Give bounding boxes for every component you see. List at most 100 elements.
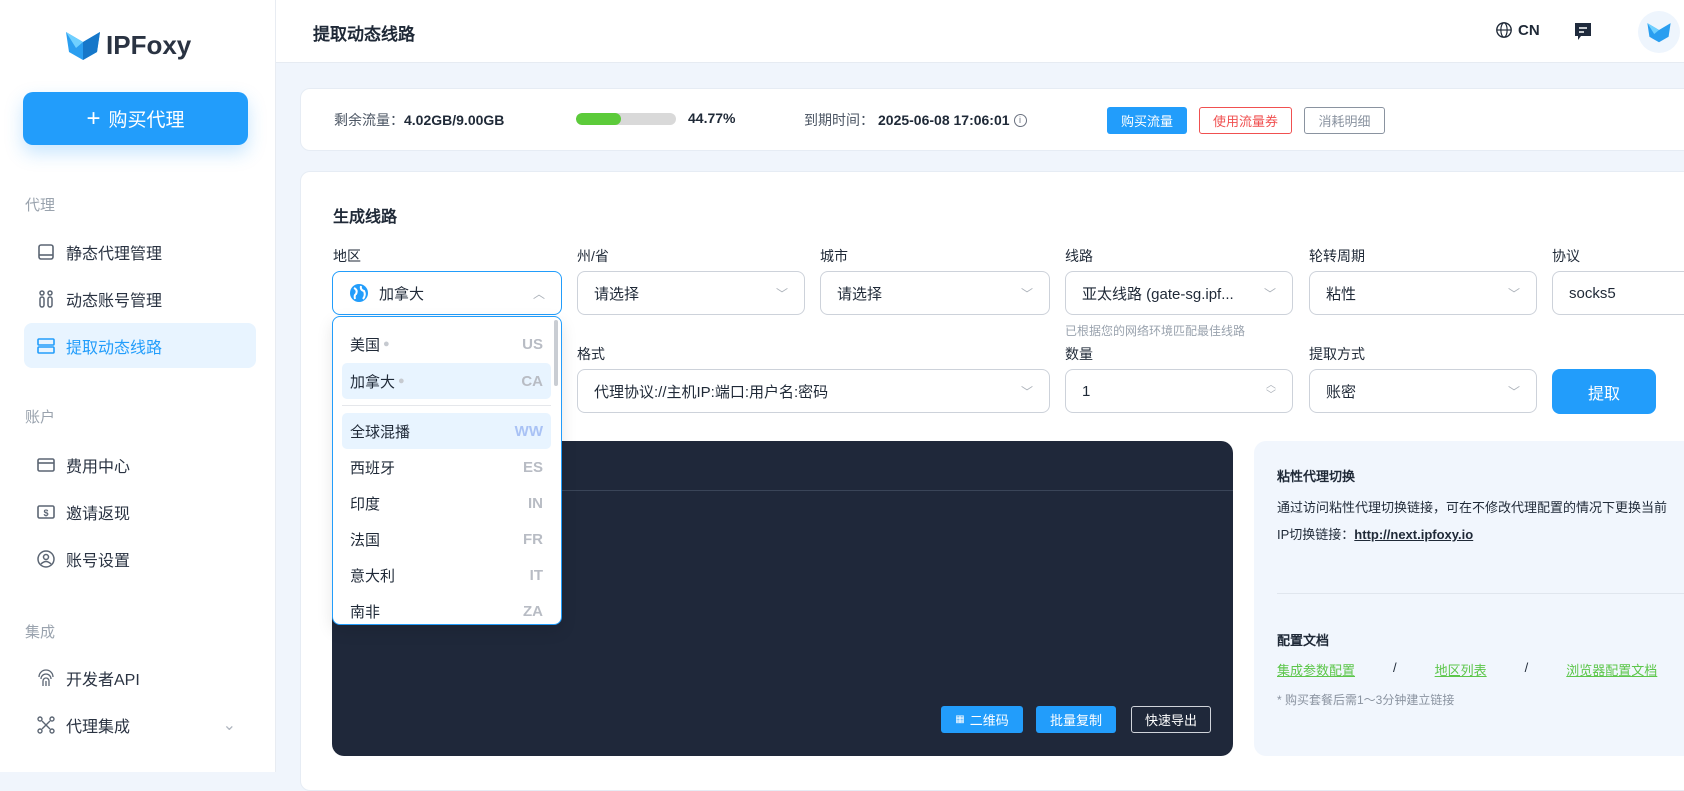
region-option-it[interactable]: 意大利 IT (342, 557, 551, 593)
info-icon[interactable]: i (1013, 113, 1027, 127)
setup-note: * 购买套餐后需1～3分钟建立链接 (1277, 693, 1455, 707)
protocol-select[interactable]: socks5 (1552, 271, 1684, 315)
region-option-ww[interactable]: 全球混播 WW (342, 413, 551, 449)
fingerprint-icon (38, 668, 54, 686)
expire-time: 到期时间： 2025-06-08 17:06:01 i (804, 110, 1027, 130)
region-label: 地区 (333, 248, 361, 264)
route-label: 线路 (1065, 248, 1093, 264)
progress-percent: 44.77% (688, 110, 736, 126)
chevron-down-icon: ﹀ (1263, 286, 1276, 301)
region-dropdown: 美国 ● US 加拿大 ● CA 全球混播 WW 西班牙 ES 印度 IN 法国 FR 意大利 I… (332, 316, 562, 625)
fire-icon: ● (383, 338, 390, 350)
sidebar-item-static-proxy[interactable]: 静态代理管理 (24, 229, 256, 274)
dropdown-scrollbar[interactable] (554, 320, 558, 386)
region-list-link[interactable]: 地区列表 (1435, 660, 1487, 679)
format-select[interactable]: 代理协议://主机IP:端口:用户名:密码 ﹀ (577, 369, 1050, 413)
fox-logo-icon (66, 32, 100, 60)
usage-details-button[interactable]: 消耗明细 (1304, 107, 1385, 134)
rotation-label: 轮转周期 (1309, 248, 1365, 264)
divider (1277, 593, 1684, 594)
region-option-ca[interactable]: 加拿大 ● CA (342, 363, 551, 399)
docs-links: 集成参数配置 / 地区列表 / 浏览器配置文档 (1277, 660, 1657, 679)
message-icon[interactable] (1573, 21, 1593, 42)
chevron-down-icon: ﹀ (1020, 286, 1033, 301)
chevron-up-icon: ︿ (532, 286, 545, 301)
section-proxy-title: 代理 (25, 197, 56, 214)
language-switch[interactable]: CN (1495, 21, 1540, 39)
rotation-select[interactable]: 粘性 ﹀ (1309, 271, 1537, 315)
use-coupon-button[interactable]: 使用流量券 (1199, 107, 1292, 134)
chevron-down-icon: ﹀ (1020, 384, 1033, 399)
chevron-down-icon: ﹀ (775, 286, 788, 301)
sidebar-item-proxy-integration[interactable]: 代理集成 ⌄ (24, 702, 256, 747)
section-title: 生成线路 (333, 209, 398, 226)
decrement-icon[interactable]: ﹀ (1266, 391, 1276, 401)
city-select[interactable]: 请选择 ﹀ (820, 271, 1050, 315)
format-label: 格式 (577, 346, 605, 362)
device-icon (38, 243, 54, 260)
sidebar: IPFoxy + 购买代理 代理 静态代理管理 动态账号管理 提取动态线路 账户 … (0, 0, 276, 772)
section-integration-title: 集成 (25, 624, 56, 641)
state-label: 州/省 (577, 248, 609, 264)
sticky-description: 通过访问粘性代理切换链接，可在不修改代理配置的情况下更换当前 (1277, 500, 1668, 515)
integration-icon (37, 715, 55, 734)
sidebar-item-account-settings[interactable]: 账号设置 (24, 536, 256, 581)
region-option-in[interactable]: 印度 IN (342, 485, 551, 521)
protocol-label: 协议 (1552, 248, 1580, 264)
sidebar-item-developer-api[interactable]: 开发者API (24, 655, 256, 700)
region-select[interactable]: 加拿大 ︿ (332, 271, 562, 315)
method-select[interactable]: 账密 ﹀ (1309, 369, 1537, 413)
logo[interactable]: IPFoxy (64, 28, 191, 62)
region-option-za[interactable]: 南非 ZA (342, 593, 551, 624)
ip-switch-link[interactable]: http://next.ipfoxy.io (1354, 527, 1473, 542)
docs-title: 配置文档 (1277, 633, 1330, 648)
quantity-label: 数量 (1065, 346, 1093, 362)
sidebar-item-billing[interactable]: 费用中心 (24, 442, 256, 487)
state-select[interactable]: 请选择 ﹀ (577, 271, 805, 315)
sidebar-item-dynamic-accounts[interactable]: 动态账号管理 (24, 276, 256, 321)
quick-export-button[interactable]: 快速导出 (1131, 706, 1211, 733)
ip-switch-link-row: IP切换链接：http://next.ipfoxy.io (1277, 527, 1474, 542)
avatar[interactable] (1638, 11, 1680, 53)
region-option-fr[interactable]: 法国 FR (342, 521, 551, 557)
server-icon (37, 337, 55, 354)
globe-icon (1496, 22, 1512, 38)
region-option-us[interactable]: 美国 ● US (342, 326, 551, 362)
qr-code-button[interactable]: ▦ 二维码 (941, 706, 1023, 733)
extract-button[interactable]: 提取 (1552, 369, 1656, 414)
city-label: 城市 (820, 248, 848, 264)
globe-icon (350, 284, 368, 302)
sticky-title: 粘性代理切换 (1277, 469, 1356, 484)
accounts-icon (39, 289, 53, 308)
integration-params-link[interactable]: 集成参数配置 (1277, 660, 1355, 679)
sidebar-item-referral[interactable]: $ 邀请返现 (24, 489, 256, 534)
top-header: 提取动态线路 CN (276, 0, 1684, 63)
card-icon (37, 457, 55, 472)
buy-proxy-button[interactable]: + 购买代理 (23, 92, 248, 145)
separator: / (1524, 660, 1529, 675)
browser-config-link[interactable]: 浏览器配置文档 (1566, 660, 1657, 679)
sidebar-item-extract-routes[interactable]: 提取动态线路 (24, 323, 256, 368)
batch-copy-button[interactable]: 批量复制 (1036, 706, 1116, 733)
separator: / (1393, 660, 1397, 675)
quantity-stepper[interactable]: 1 ︿ ﹀ (1065, 369, 1293, 413)
progress-fill (576, 113, 621, 125)
section-account-title: 账户 (25, 409, 56, 426)
info-panel: 粘性代理切换 通过访问粘性代理切换链接，可在不修改代理配置的情况下更换当前 IP… (1254, 441, 1684, 756)
fire-icon: ● (398, 375, 405, 387)
chevron-down-icon: ﹀ (1507, 286, 1520, 301)
buy-traffic-button[interactable]: 购买流量 (1107, 107, 1187, 134)
qr-icon: ▦ (955, 714, 965, 725)
route-select[interactable]: 亚太线路 (gate-sg.ipf... ﹀ (1065, 271, 1293, 315)
page-title: 提取动态线路 (313, 25, 415, 44)
remaining-traffic: 剩余流量：4.02GB/9.00GB (334, 112, 505, 128)
traffic-progress-bar (576, 113, 676, 125)
region-option-es[interactable]: 西班牙 ES (342, 449, 551, 485)
route-hint: 已根据您的网络环境匹配最佳线路 (1065, 324, 1246, 338)
svg-text:$: $ (43, 508, 48, 518)
stepper-arrows[interactable]: ︿ ﹀ (1266, 381, 1276, 401)
plus-icon: + (86, 104, 101, 132)
divider (342, 405, 551, 406)
user-icon (37, 549, 55, 568)
method-label: 提取方式 (1309, 346, 1365, 362)
